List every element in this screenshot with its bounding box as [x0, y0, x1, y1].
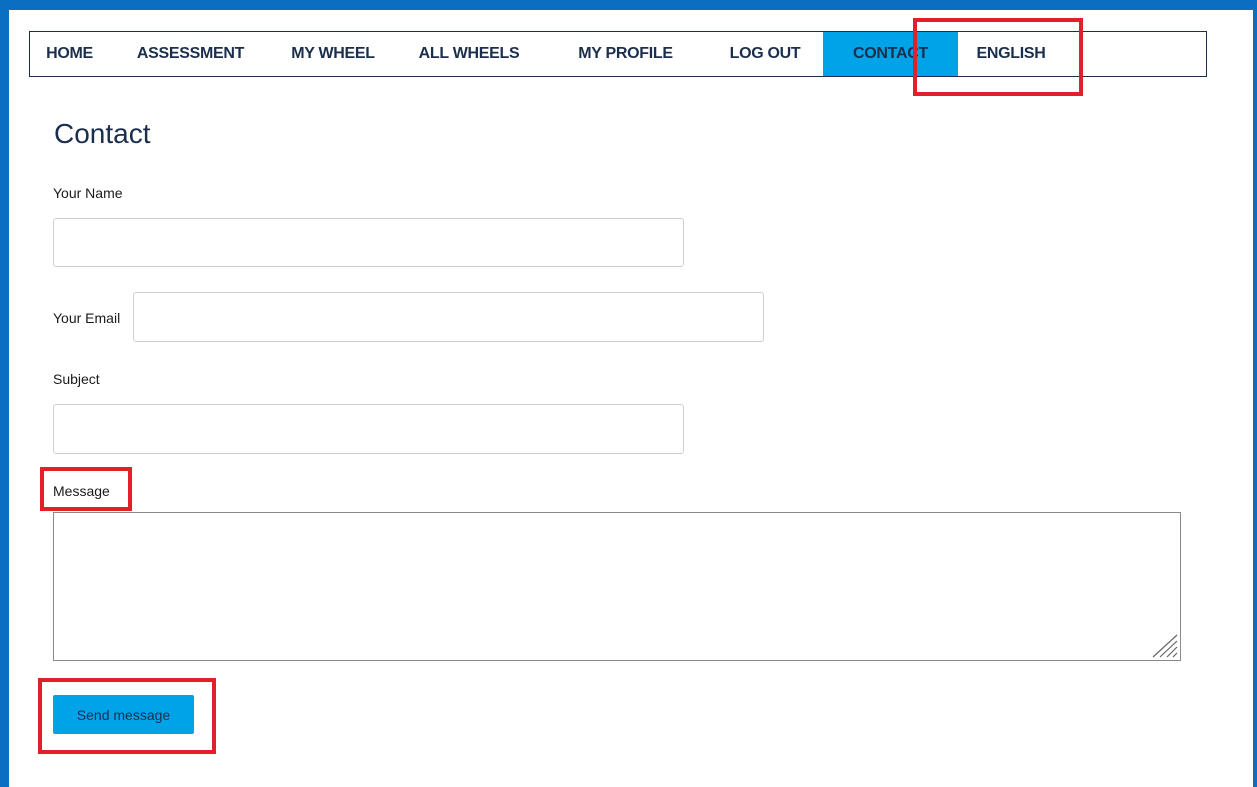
nav-item-home[interactable]: HOME	[30, 32, 109, 76]
send-message-button[interactable]: Send message	[53, 695, 194, 734]
nav-item-log-out[interactable]: LOG OUT	[707, 32, 823, 76]
name-input[interactable]	[53, 218, 684, 267]
resize-grip-icon[interactable]	[1149, 633, 1179, 659]
nav-item-assessment[interactable]: ASSESSMENT	[109, 32, 272, 76]
message-label: Message	[53, 483, 110, 499]
nav-item-all-wheels[interactable]: ALL WHEELS	[394, 32, 544, 76]
main-nav: HOME ASSESSMENT MY WHEEL ALL WHEELS MY P…	[29, 31, 1207, 77]
nav-item-my-wheel[interactable]: MY WHEEL	[272, 32, 394, 76]
message-textarea[interactable]	[53, 512, 1181, 661]
nav-item-english[interactable]: ENGLISH	[958, 32, 1054, 76]
subject-input[interactable]	[53, 404, 684, 454]
window-frame	[0, 0, 1257, 787]
page-title: Contact	[54, 118, 151, 149]
nav-item-contact[interactable]: CONTACT	[823, 32, 958, 76]
name-label: Your Name	[53, 185, 123, 201]
message-wrapper	[53, 512, 1181, 661]
subject-label: Subject	[53, 371, 100, 387]
email-input[interactable]	[133, 292, 764, 342]
nav-item-my-profile[interactable]: MY PROFILE	[544, 32, 707, 76]
email-label: Your Email	[53, 310, 121, 326]
